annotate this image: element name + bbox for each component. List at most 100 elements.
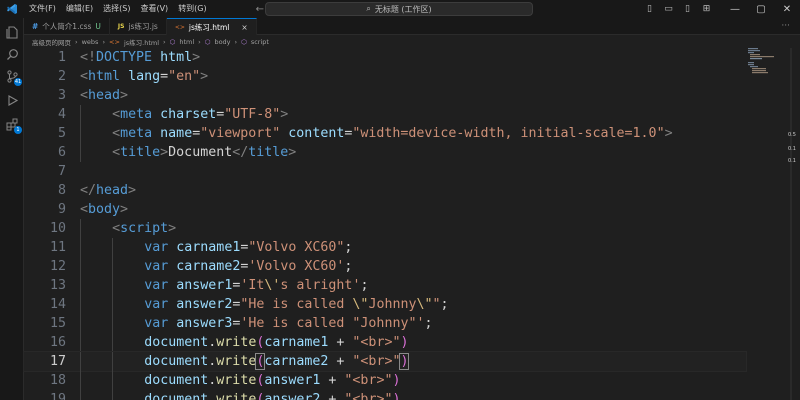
chevron-right-icon: › [102, 37, 106, 46]
code-line[interactable]: 10 <script> [24, 219, 746, 238]
css-file-icon: # [32, 22, 39, 31]
indent-guide [80, 276, 81, 295]
search-icon[interactable] [4, 46, 20, 62]
overview-ruler[interactable]: 0.5 0.1 0.1 [788, 48, 800, 400]
code-token: carname1 [176, 240, 241, 255]
close-tab-icon[interactable]: × [241, 23, 247, 32]
code-line[interactable]: 6 <title>Document</title> [24, 143, 746, 162]
code-line[interactable]: 14 var answer2="He is called \"Johnny\""; [24, 295, 746, 314]
code-token: carname1 [264, 335, 329, 350]
code-token: title [120, 145, 161, 160]
line-number: 12 [49, 259, 66, 274]
minimap[interactable] [748, 48, 776, 78]
line-number: 9 [57, 202, 66, 217]
tab-label: 个人简介1.css [42, 22, 92, 31]
code-line[interactable]: 8 </head> [24, 181, 746, 200]
breadcrumb-item[interactable]: js练习.html [124, 37, 159, 47]
explorer-icon[interactable] [4, 24, 20, 40]
line-number: 19 [49, 392, 66, 400]
menu-edit[interactable]: 编辑(E) [61, 0, 98, 18]
code-token: > [120, 202, 129, 217]
more-actions-icon[interactable]: ··· [781, 18, 800, 34]
breadcrumb-item[interactable]: script [251, 38, 269, 46]
source-control-icon[interactable]: 41 [4, 68, 22, 86]
tab-html-file[interactable]: <> js练习.html × [166, 18, 257, 35]
indent-guide [80, 124, 81, 143]
nav-back-button[interactable]: ← [256, 4, 264, 15]
maximize-button[interactable]: ▢ [748, 4, 774, 15]
menu-selection[interactable]: 选择(S) [98, 0, 135, 18]
toggle-primary-sidebar-icon[interactable]: ▯ [640, 4, 659, 14]
code-token: var [144, 259, 169, 274]
code-line[interactable]: 11 var carname1="Volvo XC60"; [24, 238, 746, 257]
run-debug-icon[interactable] [4, 92, 20, 108]
code-editor[interactable]: 1 <!DOCTYPE html> 2 <html lang="en"> 3 <head>… [23, 48, 800, 400]
code-token: < [112, 107, 121, 122]
breadcrumb-item[interactable]: html [179, 38, 194, 46]
code-token: + [320, 392, 345, 400]
close-button[interactable]: ✕ [774, 4, 800, 15]
menu-view[interactable]: 查看(V) [135, 0, 173, 18]
chevron-right-icon: › [198, 37, 201, 46]
code-token: document [144, 354, 209, 369]
code-token: lang [128, 69, 161, 84]
toggle-panel-icon[interactable]: ▭ [659, 4, 678, 14]
code-line[interactable]: 15 var answer3='He is called "Johnny"'; [24, 314, 746, 333]
code-line[interactable]: 5 <meta name="viewport" content="width=de… [24, 124, 746, 143]
code-line[interactable]: 18 document.write(answer1 + "<br>") [24, 371, 746, 390]
customize-layout-icon[interactable]: ⊞ [697, 4, 716, 14]
code-token: "He is called [240, 297, 353, 312]
code-line[interactable]: 9 <body> [24, 200, 746, 219]
breadcrumb: 高级页的网页 › webs › <> js练习.html › ⬡ html › … [24, 35, 800, 48]
title-bar: 文件(F) 编辑(E) 选择(S) 查看(V) 转到(G) ← → ⌕ 无标题 … [0, 0, 800, 18]
code-token: "Volvo XC60" [248, 240, 345, 255]
menu-file[interactable]: 文件(F) [24, 0, 61, 18]
breadcrumb-item[interactable]: body [214, 38, 230, 46]
code-token: "<br>" [352, 354, 401, 369]
tab-js-file[interactable]: JS js练习.js [110, 18, 167, 35]
code-token: meta [120, 107, 153, 122]
code-token: html [88, 69, 121, 84]
line-number: 14 [49, 297, 66, 312]
minimize-button[interactable]: — [722, 4, 748, 15]
code-text: var answer2="He is called \"Johnny\""; [144, 295, 448, 314]
indent-guide [112, 352, 114, 371]
code-token: document [144, 335, 209, 350]
code-token: ; [344, 240, 353, 255]
code-token: script [120, 221, 169, 236]
code-line[interactable]: 2 <html lang="en"> [24, 67, 746, 86]
chevron-right-icon: › [75, 37, 78, 46]
tab-css-file[interactable]: # 个人简介1.css U [24, 18, 110, 35]
command-center[interactable]: ⌕ 无标题 (工作区) [265, 2, 533, 16]
scrollbar-track[interactable] [790, 48, 792, 400]
code-line[interactable]: 12 var carname2='Volvo XC60'; [24, 257, 746, 276]
ruler-value: 0.5 [788, 132, 796, 138]
code-line[interactable]: 7 [24, 162, 746, 181]
code-token: write [216, 392, 257, 400]
extensions-icon[interactable]: 1 [4, 116, 22, 134]
code-line[interactable]: 17 document.write(carname2 + "<br>") [23, 351, 747, 372]
code-text: <script> [112, 219, 176, 238]
menu-go[interactable]: 转到(G) [173, 0, 211, 18]
breadcrumb-item[interactable]: webs [82, 38, 99, 46]
toggle-secondary-sidebar-icon[interactable]: ▯ [678, 4, 697, 14]
line-number: 3 [57, 88, 66, 103]
code-line[interactable]: 3 <head> [24, 86, 746, 105]
code-line[interactable]: 16 document.write(carname1 + "<br>") [24, 333, 746, 352]
code-line[interactable]: 19 document.write(answer2 + "<br>") [24, 390, 746, 400]
line-number: 5 [57, 126, 66, 141]
code-token: = [160, 69, 169, 84]
code-token: > [120, 88, 129, 103]
code-line[interactable]: 13 var answer1='It\'s alright'; [24, 276, 746, 295]
code-token: ; [360, 278, 369, 293]
code-line[interactable]: 4 <meta charset="UTF-8"> [24, 105, 746, 124]
breadcrumb-item[interactable]: 高级页的网页 [32, 37, 71, 47]
code-text: <title>Document</title> [112, 143, 296, 162]
code-line[interactable]: 1 <!DOCTYPE html> [24, 48, 746, 67]
code-token: head [88, 88, 121, 103]
code-token: > [128, 183, 137, 198]
indent-guide [112, 333, 114, 352]
